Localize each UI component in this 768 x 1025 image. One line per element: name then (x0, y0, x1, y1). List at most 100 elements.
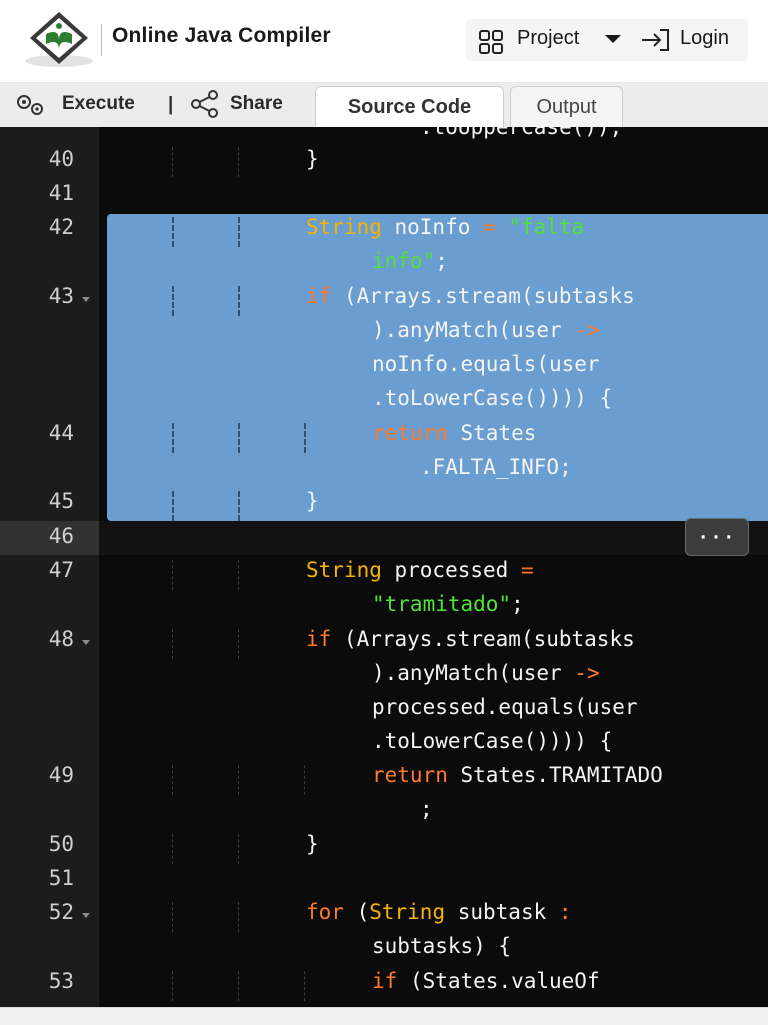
line-number: 42 (48, 215, 74, 239)
line-number: 48 (48, 627, 74, 651)
code-token: ; (435, 249, 448, 273)
logo-divider (101, 24, 102, 56)
code-token-keyword: if (306, 627, 332, 651)
line-number: 47 (48, 558, 74, 582)
code-token-keyword: for (306, 900, 344, 924)
indent-guide (172, 902, 173, 932)
code-token-keyword: if (372, 969, 398, 993)
code-line-wrap: subtasks) { (372, 934, 512, 958)
code-token: ).anyMatch(user (372, 661, 575, 685)
tutorialspoint-logo-icon[interactable] (22, 10, 96, 68)
code-line: return States (372, 421, 536, 445)
indent-guide (238, 765, 239, 795)
indent-guide (172, 629, 173, 659)
code-line: } (306, 489, 319, 513)
project-menu-button[interactable]: Project (517, 27, 579, 50)
code-token: noInfo (381, 215, 484, 239)
active-line-highlight (99, 521, 768, 555)
indent-guide (238, 286, 240, 316)
code-token: processed (381, 558, 521, 582)
indent-guide (238, 423, 240, 453)
fold-toggle-icon[interactable] (82, 297, 90, 302)
indent-guide (304, 971, 305, 1001)
app-header: Online Java Compiler Project Login (0, 0, 768, 83)
line-number: 51 (48, 866, 74, 890)
fold-toggle-icon[interactable] (82, 913, 90, 918)
line-number: 53 (48, 969, 74, 993)
indent-guide (238, 629, 239, 659)
code-token-operator: -> (574, 318, 600, 342)
code-token: ( (343, 900, 370, 924)
code-line: for (String subtask : (306, 900, 572, 924)
code-token: States (447, 421, 537, 445)
code-line: return States.TRAMITADO (372, 763, 663, 787)
tab-source-code[interactable]: Source Code (315, 86, 504, 128)
code-line-wrap: ; (420, 797, 433, 821)
execute-button[interactable]: Execute (62, 93, 135, 115)
code-token: (Arrays.stream(subtasks (331, 284, 635, 308)
indent-guide (172, 971, 173, 1001)
indent-guide (238, 902, 239, 932)
code-token-operator: -> (574, 661, 600, 685)
code-line: } (306, 147, 319, 171)
code-token-string: "tramitado" (372, 592, 512, 616)
indent-guide (238, 217, 240, 247)
code-token-type: String (306, 215, 382, 239)
code-token-operator: : (558, 900, 572, 924)
code-line: String noInfo = "falta (306, 215, 584, 239)
app-title: Online Java Compiler (112, 24, 331, 47)
code-token: (Arrays.stream(subtasks (331, 627, 635, 651)
indent-guide (304, 423, 306, 453)
line-number: 43 (48, 284, 74, 308)
code-line-wrap: processed.equals(user (372, 695, 638, 719)
tab-output[interactable]: Output (510, 86, 623, 128)
fold-toggle-icon[interactable] (82, 640, 90, 645)
line-number: 40 (48, 147, 74, 171)
code-token: ).anyMatch(user (372, 318, 575, 342)
code-line-wrap: .toLowerCase()))) { (372, 386, 613, 410)
indent-guide (172, 491, 174, 521)
grid-icon[interactable] (478, 29, 504, 55)
code-token-type: String (306, 558, 382, 582)
code-line-partial: .toUpperCase()); (420, 127, 623, 139)
gears-icon[interactable] (14, 92, 48, 118)
indent-guide (172, 286, 174, 316)
line-number: 50 (48, 832, 74, 856)
indent-guide (238, 834, 239, 864)
code-token-operator: = (520, 558, 534, 582)
code-token-string: info" (372, 249, 436, 273)
code-line: } (306, 832, 319, 856)
code-line: String processed = (306, 558, 534, 582)
more-actions-button[interactable]: ··· (685, 518, 749, 556)
code-editor[interactable]: .toUpperCase()); 40 41 42 43 44 45 46 47… (0, 127, 768, 1007)
share-button[interactable]: Share (230, 93, 283, 115)
line-number: 46 (48, 524, 74, 548)
toolbar-separator: | (168, 94, 174, 115)
indent-guide (304, 765, 305, 795)
share-icon[interactable] (190, 90, 220, 118)
indent-guide (172, 423, 174, 453)
indent-guide (238, 971, 239, 1001)
code-token: subtask (445, 900, 559, 924)
caret-down-icon[interactable] (605, 35, 621, 43)
code-token-string: "falta (495, 215, 585, 239)
login-icon[interactable] (640, 27, 672, 53)
code-line-wrap: .toLowerCase()))) { (372, 729, 613, 753)
indent-guide (238, 560, 239, 590)
code-line-wrap: "tramitado"; (372, 592, 524, 616)
code-line-wrap: noInfo.equals(user (372, 352, 600, 376)
indent-guide (172, 147, 173, 177)
indent-guide (238, 491, 240, 521)
line-number: 41 (48, 181, 74, 205)
footer-bar (0, 1007, 768, 1025)
code-line: if (States.valueOf (372, 969, 600, 993)
code-token: States.TRAMITADO (447, 763, 663, 787)
code-line: if (Arrays.stream(subtasks (306, 627, 635, 651)
indent-guide (172, 834, 173, 864)
code-line: if (Arrays.stream(subtasks (306, 284, 635, 308)
code-line-wrap: .FALTA_INFO; (420, 455, 572, 479)
line-number: 49 (48, 763, 74, 787)
code-token-keyword: return (372, 421, 448, 445)
code-line-wrap: info"; (372, 249, 448, 273)
login-button[interactable]: Login (680, 27, 729, 50)
